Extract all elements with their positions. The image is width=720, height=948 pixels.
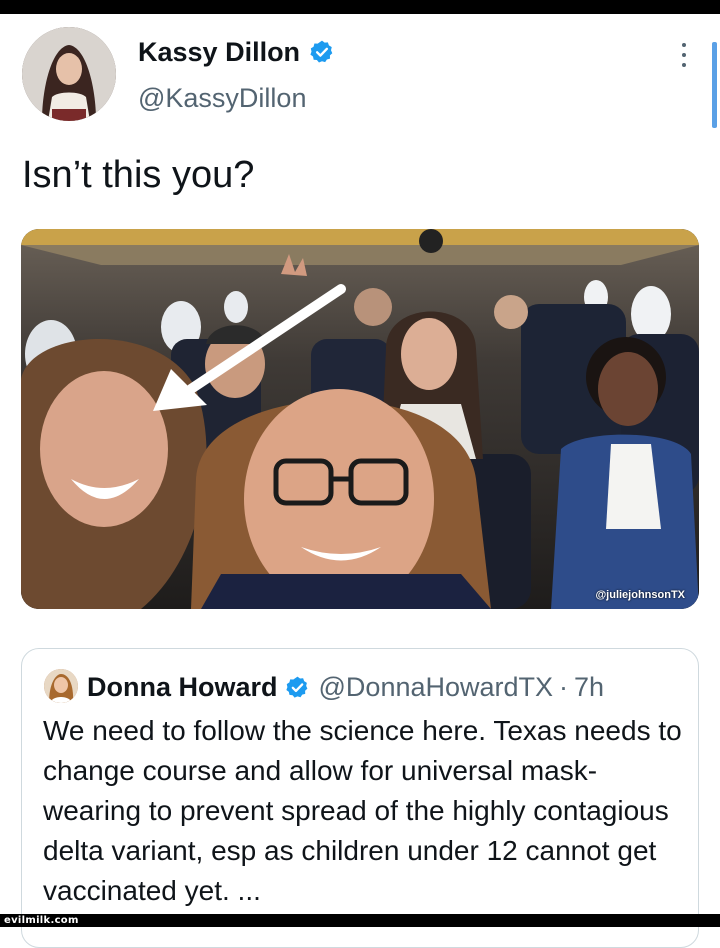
verified-badge-icon [310, 40, 333, 63]
scrollbar[interactable] [712, 42, 717, 128]
quoted-tweet-text: We need to follow the science here. Texa… [43, 715, 682, 906]
author-name[interactable]: Kassy Dillon [138, 36, 335, 68]
author-handle[interactable]: @KassyDillon [138, 82, 306, 114]
author-name-text[interactable]: Kassy Dillon [138, 36, 300, 68]
separator-dot: · [559, 672, 569, 702]
photo-credit: @juliejohnsonTX [595, 589, 685, 601]
quoted-author-handle[interactable]: @DonnaHowardTX [319, 670, 554, 704]
quoted-tweet-header: Donna Howard @DonnaHowardTX · 7h [87, 670, 604, 704]
bottom-black-bar [0, 914, 720, 927]
site-watermark: evilmilk.com [4, 915, 79, 926]
quoted-author-avatar[interactable] [44, 669, 78, 703]
verified-badge-icon [285, 676, 307, 698]
top-black-bar [0, 0, 720, 14]
quoted-tweet[interactable]: Donna Howard @DonnaHowardTX · 7h We need… [21, 648, 699, 948]
more-options-icon[interactable] [672, 40, 696, 70]
tweet-text: Isn’t this you? [22, 154, 255, 196]
quoted-tweet-time[interactable]: 7h [574, 670, 604, 704]
tweet-photo[interactable]: @juliejohnsonTX [21, 229, 699, 609]
author-avatar[interactable] [22, 27, 116, 121]
quoted-author-name[interactable]: Donna Howard [87, 670, 278, 704]
